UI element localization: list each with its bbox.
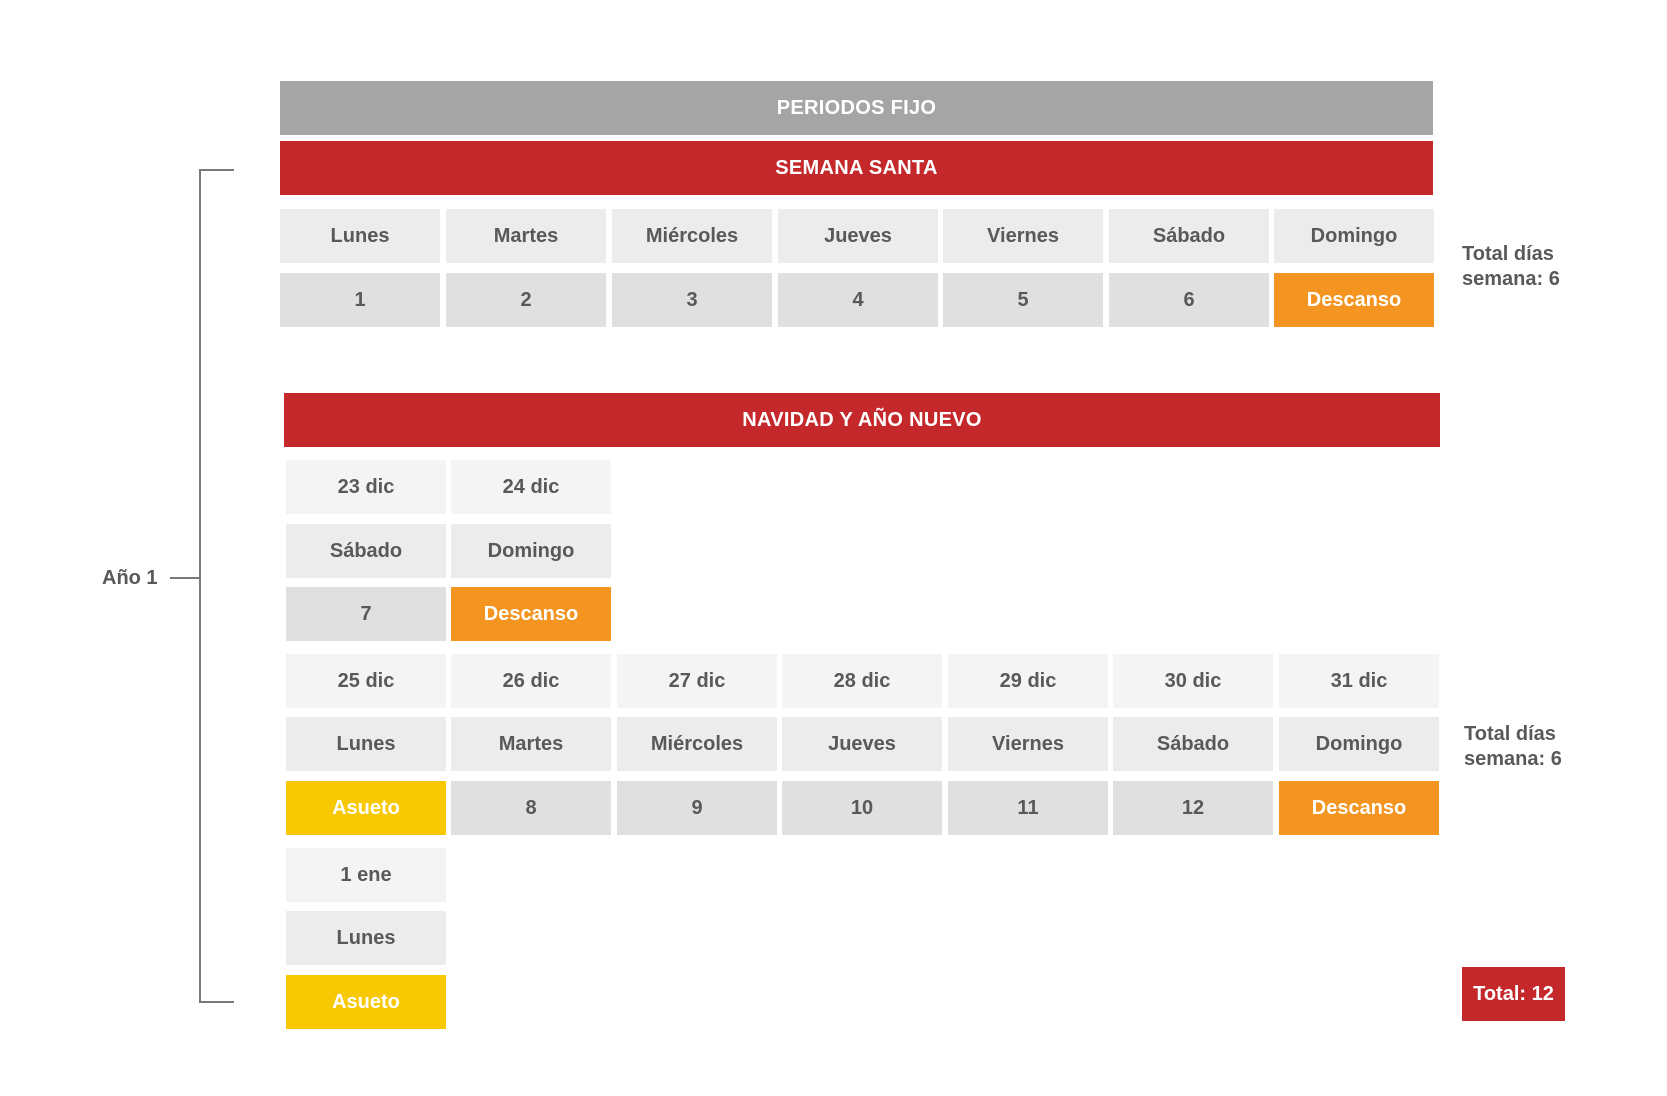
navidad-title: NAVIDAD Y AÑO NUEVO [284, 393, 1440, 447]
nav-date-cell: 24 dic [451, 460, 611, 514]
nav-day-cell: Jueves [782, 717, 942, 771]
nav-day-cell: Domingo [451, 524, 611, 578]
nav-day-cell: Sábado [1113, 717, 1273, 771]
nav-day-cell: Martes [451, 717, 611, 771]
ss-day-cell: Martes [446, 209, 606, 263]
ss-day-cell: Viernes [943, 209, 1103, 263]
nav-day-cell: Domingo [1279, 717, 1439, 771]
nav-date-cell: 25 dic [286, 654, 446, 708]
nav-day-cell: Lunes [286, 911, 446, 965]
nav-holiday-cell: Asueto [286, 781, 446, 835]
ss-work-day-cell: 2 [446, 273, 606, 327]
ss-day-cell: Lunes [280, 209, 440, 263]
nav-work-day-cell: 12 [1113, 781, 1273, 835]
nav-date-cell: 27 dic [617, 654, 777, 708]
year-bracket-bottom [199, 1001, 234, 1003]
nav-total-days: Total días semana: 6 [1464, 722, 1562, 772]
nav-date-cell: 26 dic [451, 654, 611, 708]
year-bracket-tick [170, 577, 201, 579]
grand-total-badge: Total: 12 [1462, 967, 1565, 1021]
semana-santa-title: SEMANA SANTA [280, 141, 1433, 195]
nav-total-line2: semana: 6 [1464, 748, 1562, 770]
periods-header: PERIODOS FIJO [280, 81, 1433, 135]
nav-work-day-cell: 9 [617, 781, 777, 835]
nav-work-day-cell: 7 [286, 587, 446, 641]
nav-date-cell: 30 dic [1113, 654, 1273, 708]
year-bracket-top [199, 169, 234, 171]
ss-total-line2: semana: 6 [1462, 268, 1560, 290]
ss-day-cell: Sábado [1109, 209, 1269, 263]
ss-work-day-cell: 5 [943, 273, 1103, 327]
ss-work-day-cell: 6 [1109, 273, 1269, 327]
ss-work-day-cell: 4 [778, 273, 938, 327]
nav-holiday-cell: Asueto [286, 975, 446, 1029]
nav-rest-day-cell: Descanso [1279, 781, 1439, 835]
ss-work-day-cell: 3 [612, 273, 772, 327]
ss-work-day-cell: 1 [280, 273, 440, 327]
nav-day-cell: Lunes [286, 717, 446, 771]
nav-work-day-cell: 8 [451, 781, 611, 835]
year-label: Año 1 [102, 567, 158, 589]
ss-day-cell: Domingo [1274, 209, 1434, 263]
ss-day-cell: Miércoles [612, 209, 772, 263]
ss-total-days: Total días semana: 6 [1462, 242, 1560, 292]
nav-day-cell: Miércoles [617, 717, 777, 771]
nav-date-cell: 1 ene [286, 848, 446, 902]
nav-rest-day-cell: Descanso [451, 587, 611, 641]
nav-total-line1: Total días [1464, 723, 1556, 745]
nav-day-cell: Sábado [286, 524, 446, 578]
ss-total-line1: Total días [1462, 243, 1554, 265]
nav-work-day-cell: 10 [782, 781, 942, 835]
ss-rest-day-cell: Descanso [1274, 273, 1434, 327]
nav-date-cell: 28 dic [782, 654, 942, 708]
nav-date-cell: 29 dic [948, 654, 1108, 708]
year-bracket-vertical [199, 169, 201, 1003]
nav-work-day-cell: 11 [948, 781, 1108, 835]
work-periods-diagram: Año 1 PERIODOS FIJO SEMANA SANTA Lunes M… [0, 0, 1667, 1096]
nav-day-cell: Viernes [948, 717, 1108, 771]
nav-date-cell: 23 dic [286, 460, 446, 514]
ss-day-cell: Jueves [778, 209, 938, 263]
nav-date-cell: 31 dic [1279, 654, 1439, 708]
